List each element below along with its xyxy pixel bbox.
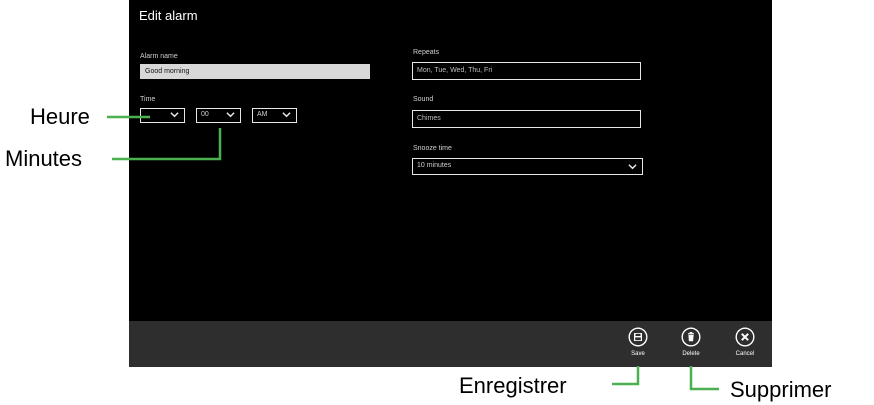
save-callout-line (612, 366, 640, 386)
callout-lines (107, 115, 719, 391)
callout-delete: Supprimer (730, 377, 832, 402)
callout-minutes: Minutes (5, 146, 83, 171)
callout-hour: Heure (30, 104, 90, 129)
callout-save: Enregistrer (459, 373, 567, 398)
delete-callout-line (689, 366, 719, 391)
minutes-callout-line (112, 128, 222, 161)
